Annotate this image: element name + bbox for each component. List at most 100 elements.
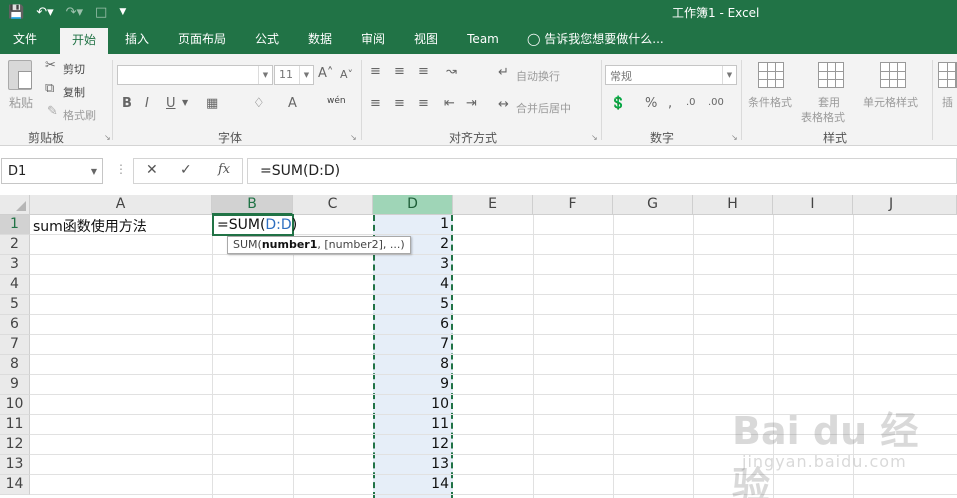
currency-icon[interactable]: 💲	[610, 96, 626, 111]
tab-review[interactable]: 审阅	[352, 24, 394, 54]
orientation-icon[interactable]: ↝	[446, 64, 457, 79]
select-all-button[interactable]	[0, 195, 30, 215]
phonetic-icon[interactable]: wén	[327, 96, 346, 106]
font-launcher-icon[interactable]: ↘	[350, 133, 357, 142]
column-header-j[interactable]: J	[853, 195, 957, 215]
tab-home[interactable]: 开始	[60, 28, 108, 54]
font-name-combo[interactable]: ▼	[117, 65, 273, 85]
insert-cells-icon[interactable]	[938, 62, 957, 88]
format-painter-button[interactable]: 格式刷	[63, 107, 96, 123]
row-header-2[interactable]: 2	[0, 235, 30, 255]
splitter-handle[interactable]: ⋮	[115, 162, 127, 176]
row-header-6[interactable]: 6	[0, 315, 30, 335]
cell-d1[interactable]: 1	[375, 216, 449, 232]
conditional-formatting-icon[interactable]	[758, 62, 784, 88]
row-header-7[interactable]: 7	[0, 335, 30, 355]
customize-qat-icon[interactable]: ▼	[119, 7, 126, 17]
cell-d11[interactable]: 11	[375, 416, 449, 432]
wrap-text-icon[interactable]: ↵	[498, 65, 509, 80]
cell-d10[interactable]: 10	[375, 396, 449, 412]
scissors-icon[interactable]: ✂	[45, 58, 56, 73]
tab-page-layout[interactable]: 页面布局	[170, 24, 234, 54]
cell-d13[interactable]: 13	[375, 456, 449, 472]
cell-a1[interactable]: sum函数使用方法	[33, 216, 147, 236]
row-header-13[interactable]: 13	[0, 455, 30, 475]
formula-input[interactable]: =SUM(D:D)	[247, 158, 957, 184]
tab-file[interactable]: 文件	[4, 24, 46, 54]
tab-view[interactable]: 视图	[405, 24, 447, 54]
comma-style-icon[interactable]: ,	[668, 96, 672, 111]
grow-font-icon[interactable]: A˄	[318, 66, 333, 81]
align-bottom-icon[interactable]: ≡	[418, 64, 429, 79]
insert-function-icon[interactable]: fx	[218, 162, 230, 177]
column-header-h[interactable]: H	[693, 195, 773, 215]
chevron-down-icon[interactable]: ▼	[182, 98, 188, 107]
align-center-icon[interactable]: ≡	[394, 96, 405, 111]
row-header-4[interactable]: 4	[0, 275, 30, 295]
cell-d14[interactable]: 14	[375, 476, 449, 492]
row-header-1[interactable]: 1	[0, 215, 30, 235]
paste-button[interactable]: 粘贴	[9, 94, 33, 111]
row-header-9[interactable]: 9	[0, 375, 30, 395]
align-top-icon[interactable]: ≡	[370, 64, 381, 79]
number-launcher-icon[interactable]: ↘	[731, 133, 738, 142]
cell-d4[interactable]: 4	[375, 276, 449, 292]
column-header-a[interactable]: A	[30, 195, 212, 215]
cancel-icon[interactable]: ✕	[146, 162, 158, 178]
align-left-icon[interactable]: ≡	[370, 96, 381, 111]
format-as-table-line2[interactable]: 表格格式	[801, 109, 845, 125]
shrink-font-icon[interactable]: A˅	[340, 68, 353, 81]
decrease-indent-icon[interactable]: ⇤	[444, 96, 455, 111]
format-as-table-line1[interactable]: 套用	[818, 94, 840, 110]
row-header-11[interactable]: 11	[0, 415, 30, 435]
cut-button[interactable]: 剪切	[63, 61, 85, 77]
alignment-launcher-icon[interactable]: ↘	[591, 133, 598, 142]
decrease-decimal-icon[interactable]: .00	[708, 97, 724, 108]
column-header-b[interactable]: B	[212, 195, 293, 215]
cell-d7[interactable]: 7	[375, 336, 449, 352]
row-header-8[interactable]: 8	[0, 355, 30, 375]
copy-icon[interactable]: ⧉	[45, 81, 54, 96]
cell-d6[interactable]: 6	[375, 316, 449, 332]
column-header-e[interactable]: E	[453, 195, 533, 215]
redo-icon[interactable]: ↷▾	[66, 5, 83, 20]
border-icon[interactable]: ▦	[206, 96, 218, 111]
row-header-5[interactable]: 5	[0, 295, 30, 315]
new-file-icon[interactable]: □	[95, 5, 107, 20]
underline-icon[interactable]: U	[166, 96, 176, 111]
chevron-down-icon[interactable]: ▼	[91, 167, 97, 176]
cell-styles-button[interactable]: 单元格样式	[863, 94, 918, 110]
tab-team[interactable]: Team	[460, 24, 506, 54]
row-header-14[interactable]: 14	[0, 475, 30, 495]
tab-formulas[interactable]: 公式	[246, 24, 288, 54]
copy-button[interactable]: 复制	[63, 84, 85, 100]
column-header-f[interactable]: F	[533, 195, 613, 215]
number-format-combo[interactable]: 常规 ▼	[605, 65, 737, 85]
align-right-icon[interactable]: ≡	[418, 96, 429, 111]
chevron-down-icon[interactable]: ▼	[258, 66, 272, 84]
chevron-down-icon[interactable]: ▼	[722, 66, 736, 84]
row-header-3[interactable]: 3	[0, 255, 30, 275]
cell-d8[interactable]: 8	[375, 356, 449, 372]
insert-button[interactable]: 插	[942, 94, 953, 110]
cell-b1-editor[interactable]: =SUM(D:D)	[212, 214, 297, 236]
merge-center-button[interactable]: 合并后居中	[516, 100, 571, 116]
chevron-down-icon[interactable]: ▼	[299, 66, 313, 84]
tell-me-box[interactable]: ◯ 告诉我您想要做什么...	[527, 24, 664, 54]
font-size-combo[interactable]: 11 ▼	[274, 65, 314, 85]
undo-icon[interactable]: ↶▾	[36, 5, 53, 20]
align-middle-icon[interactable]: ≡	[394, 64, 405, 79]
merge-icon[interactable]: ↔	[498, 97, 509, 112]
wrap-text-button[interactable]: 自动换行	[516, 68, 560, 84]
increase-decimal-icon[interactable]: .0	[686, 97, 696, 108]
fill-color-icon[interactable]: ♢	[253, 96, 265, 111]
function-tooltip[interactable]: SUM(number1, [number2], ...)	[227, 236, 411, 254]
column-header-c[interactable]: C	[293, 195, 373, 215]
paintbrush-icon[interactable]: ✎	[47, 104, 58, 119]
bold-icon[interactable]: B	[122, 96, 132, 111]
font-color-icon[interactable]: A	[288, 96, 297, 111]
cell-d9[interactable]: 9	[375, 376, 449, 392]
conditional-formatting-button[interactable]: 条件格式	[748, 94, 792, 110]
column-header-g[interactable]: G	[613, 195, 693, 215]
tab-data[interactable]: 数据	[299, 24, 341, 54]
